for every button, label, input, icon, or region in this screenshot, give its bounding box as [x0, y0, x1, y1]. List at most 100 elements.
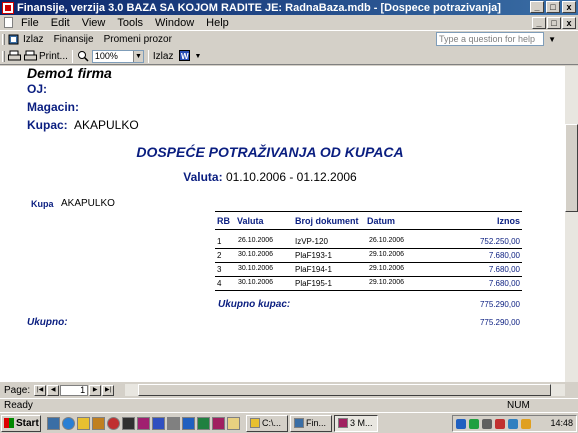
menu-help[interactable]: Help [200, 17, 235, 29]
browser-icon[interactable] [62, 416, 75, 430]
task-button-explorer[interactable]: C:\... [246, 414, 288, 432]
num-lock-indicator: NUM [507, 400, 530, 411]
app-icon[interactable] [92, 416, 105, 430]
document-icon[interactable] [4, 17, 13, 28]
app-icon[interactable] [152, 416, 165, 430]
kupa-value: AKAPULKO [61, 198, 115, 209]
cell-datum: 29.10.2006 [369, 279, 405, 286]
desktop-icon[interactable] [47, 416, 60, 430]
status-text: Ready [4, 400, 33, 411]
horizontal-scrollbar[interactable] [125, 384, 565, 396]
cell-valuta: 30.10.2006 [238, 265, 274, 272]
first-page-icon[interactable]: |◀ [34, 384, 47, 396]
antivirus-icon[interactable] [469, 418, 479, 429]
toolbar-grip[interactable] [2, 50, 5, 62]
doc-restore-button[interactable]: □ [547, 17, 561, 29]
maximize-button[interactable]: □ [546, 1, 560, 13]
column-header-valuta: Valuta [237, 216, 264, 226]
app-icon[interactable] [137, 416, 150, 430]
cell-iznos: 7.680,00 [488, 251, 520, 260]
menu-edit[interactable]: Edit [45, 17, 76, 29]
folder-icon[interactable] [227, 416, 240, 430]
magacin-label: Magacin: [27, 100, 80, 114]
zoom-icon[interactable] [77, 50, 89, 62]
chevron-down-icon[interactable]: ▼ [132, 50, 143, 62]
last-page-icon[interactable]: ▶| [102, 384, 115, 396]
exit-link[interactable]: Izlaz [23, 34, 44, 45]
close-preview-button[interactable]: Izlaz [153, 51, 174, 62]
task-button-group[interactable]: 3 M... [334, 414, 378, 432]
cell-broj: PlaF195-1 [295, 279, 332, 288]
oj-label: OJ: [27, 82, 48, 96]
zoom-select[interactable]: 100% ▼ [91, 49, 144, 63]
network-icon[interactable] [456, 418, 466, 429]
app-icon[interactable] [167, 416, 180, 430]
kupac-label: Kupac: [27, 118, 68, 132]
task-label: Fin... [306, 418, 327, 428]
doc-minimize-button[interactable]: _ [532, 17, 546, 29]
change-window-link[interactable]: Promeni prozor [104, 34, 172, 45]
cell-iznos: 752.250,00 [479, 237, 520, 246]
media-icon[interactable] [107, 416, 120, 430]
next-page-icon[interactable]: ▶ [89, 384, 102, 396]
page-number-input[interactable]: 1 [60, 384, 89, 396]
scrollbar-thumb[interactable] [138, 384, 551, 396]
row-rule [215, 290, 522, 291]
customer-total-value: 775.290,00 [479, 300, 520, 309]
word-icon[interactable] [182, 416, 195, 430]
cell-rb: 1 [217, 237, 222, 246]
cell-broj: PlaF193-1 [295, 251, 332, 260]
finansije-link[interactable]: Finansije [54, 34, 94, 45]
minimize-button[interactable]: _ [530, 1, 544, 13]
vertical-scrollbar[interactable] [565, 66, 578, 382]
cell-valuta: 26.10.2006 [238, 237, 274, 244]
zoom-value: 100% [94, 50, 118, 61]
menu-window[interactable]: Window [149, 17, 200, 29]
start-label: Start [16, 417, 39, 429]
window-title: Finansije, verzija 3.0 BAZA SA KOJOM RAD… [17, 1, 501, 14]
help-search-input[interactable]: Type a question for help [436, 32, 544, 46]
folder-icon[interactable] [77, 416, 90, 430]
cell-iznos: 7.680,00 [488, 279, 520, 288]
column-header-broj: Broj dokument [295, 216, 359, 226]
print-preview-toolbar: Print... 100% ▼ Izlaz W ▼ [0, 48, 578, 65]
help-dropdown-arrow[interactable]: ▼ [548, 35, 556, 44]
scrollbar-thumb[interactable] [565, 124, 578, 212]
prev-page-icon[interactable]: ◀ [47, 384, 60, 396]
access-icon [338, 418, 348, 428]
valuta-range: 01.10.2006 - 01.12.2006 [225, 170, 357, 184]
excel-icon[interactable] [197, 416, 210, 430]
cell-iznos: 7.680,00 [488, 265, 520, 274]
taskbar: Start C:\... Fin... 3 M... 14:48 [0, 412, 578, 433]
tray-icon[interactable] [508, 418, 518, 429]
print-button[interactable]: Print... [39, 51, 68, 62]
start-button[interactable]: Start [1, 414, 41, 432]
menu-tools[interactable]: Tools [111, 17, 149, 29]
doc-close-button[interactable]: x [562, 17, 576, 29]
toolbar-grip[interactable] [2, 34, 5, 45]
access-icon[interactable] [212, 416, 225, 430]
terminal-icon[interactable] [122, 416, 135, 430]
page-label: Page: [4, 384, 31, 396]
tray-icon[interactable] [495, 418, 505, 429]
menu-view[interactable]: View [76, 17, 112, 29]
task-button-finansije[interactable]: Fin... [290, 414, 332, 432]
menu-file[interactable]: File [15, 17, 45, 29]
page-navigation: Page: |◀ ◀ 1 ▶ ▶| [0, 383, 578, 397]
separator [147, 49, 149, 63]
word-export-icon[interactable]: W [179, 50, 193, 62]
clock[interactable]: 14:48 [550, 418, 573, 428]
grand-total-label: Ukupno: [27, 317, 68, 328]
volume-icon[interactable] [521, 418, 531, 429]
print-icon[interactable] [8, 50, 21, 62]
grand-total-value: 775.290,00 [479, 318, 520, 327]
tray-icon[interactable] [482, 418, 492, 429]
table-row: 1 26.10.2006 IzVP-120 26.10.2006 752.250… [215, 235, 522, 249]
chevron-down-icon[interactable]: ▼ [194, 53, 201, 60]
customer-total-label: Ukupno kupac: [218, 299, 291, 310]
exit-icon[interactable] [8, 34, 20, 45]
app-icon [2, 1, 14, 14]
close-button[interactable]: x [562, 1, 576, 13]
printer-icon[interactable] [24, 50, 37, 62]
svg-text:W: W [181, 52, 189, 61]
